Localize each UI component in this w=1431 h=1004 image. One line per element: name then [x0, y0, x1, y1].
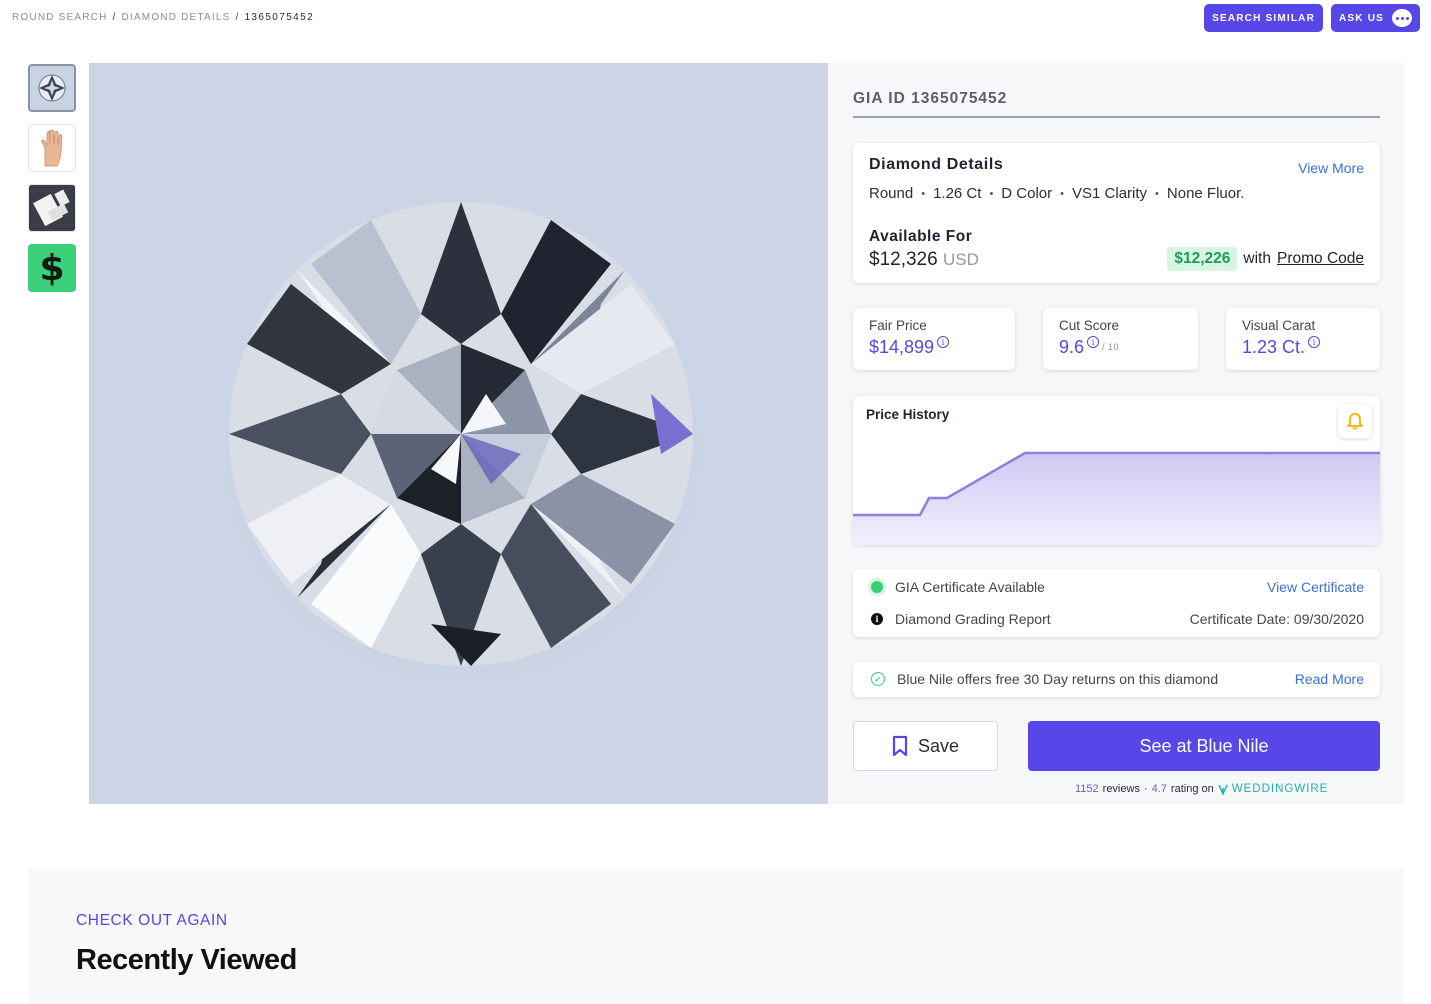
info-icon: i [871, 613, 883, 625]
price-history-title: Price History [866, 407, 950, 422]
breadcrumb-current: 1365075452 [244, 12, 315, 23]
diamond-icon [38, 74, 66, 102]
media-thumbnails: $ [28, 64, 76, 292]
promo-code-link[interactable]: Promo Code [1277, 250, 1364, 268]
price-history-card: Price History [853, 396, 1380, 545]
metric-value: 1.23 Ct. i [1242, 336, 1321, 358]
metric-value: $14,899 i [869, 336, 950, 358]
diamond-image [89, 63, 828, 804]
search-similar-button[interactable]: SEARCH SIMILAR [1204, 4, 1324, 32]
certificate-card: GIA Certificate Available View Certifica… [853, 569, 1380, 637]
reviews-dot: · [1143, 783, 1148, 795]
status-dot-icon [871, 581, 883, 593]
ask-us-button[interactable]: ASK US [1331, 4, 1420, 32]
thumbnail-diamond[interactable] [28, 64, 76, 112]
weddingwire-logo-icon [1218, 784, 1228, 795]
divider [853, 116, 1380, 118]
metric-cut-score: Cut Score 9.6 i / 10 [1043, 308, 1198, 370]
cut-score-scale: / 10 [1102, 342, 1120, 352]
spec-carat: 1.26 Ct [933, 185, 982, 202]
details-title: Diamond Details [869, 156, 1004, 173]
ask-us-label: ASK US [1339, 12, 1384, 24]
gia-certificate-available: GIA Certificate Available [895, 579, 1045, 595]
spec-fluorescence: None Fluor. [1166, 185, 1245, 202]
visual-carat-value: 1.23 Ct. [1242, 337, 1306, 357]
read-more-link[interactable]: Read More [1295, 671, 1364, 687]
recently-viewed-section: CHECK OUT AGAIN Recently Viewed [28, 868, 1404, 1004]
separator-dot: • [921, 187, 926, 200]
view-more-link[interactable]: View More [1298, 160, 1364, 176]
price-value: $12,326 [869, 249, 938, 270]
section-eyebrow: CHECK OUT AGAIN [76, 912, 228, 929]
see-at-blue-nile-button[interactable]: See at Blue Nile [1028, 721, 1380, 771]
cert-row: i Diamond Grading Report Certificate Dat… [871, 611, 1364, 627]
reviews-summary: 1152 reviews · 4.7 rating on WEDDINGWIRE [1075, 783, 1328, 795]
cert-row: GIA Certificate Available View Certifica… [871, 579, 1364, 595]
chat-icon [1392, 9, 1412, 27]
top-actions: SEARCH SIMILAR ASK US [1204, 4, 1420, 32]
certificate-icon [29, 185, 75, 231]
section-title: Recently Viewed [76, 944, 297, 976]
breadcrumb: ROUND SEARCH / DIAMOND DETAILS / 1365075… [12, 12, 314, 23]
promo-price-badge: $12,226 [1167, 247, 1238, 271]
separator-dot: • [1060, 187, 1065, 200]
bell-icon [1347, 413, 1363, 430]
price: $12,326 USD [869, 249, 979, 271]
buy-label: See at Blue Nile [1139, 735, 1269, 756]
metric-visual-carat: Visual Carat 1.23 Ct. i [1226, 308, 1380, 370]
spec-shape: Round [869, 185, 914, 202]
separator-dot: • [1155, 187, 1159, 200]
metric-fair-price: Fair Price $14,899 i [853, 308, 1015, 370]
price-alert-button[interactable] [1338, 404, 1372, 438]
thumbnail-price[interactable]: $ [28, 244, 76, 292]
returns-card: ✓ Blue Nile offers free 30 Day returns o… [853, 662, 1380, 697]
fair-price-value: $14,899 [869, 337, 935, 357]
metric-label: Fair Price [869, 318, 927, 333]
info-icon[interactable]: i [1308, 336, 1321, 348]
spec-clarity: VS1 Clarity [1072, 185, 1148, 202]
separator-dot: • [989, 187, 994, 200]
breadcrumb-separator: / [235, 12, 240, 23]
review-count: 1152 [1075, 783, 1099, 795]
save-button[interactable]: Save [853, 721, 998, 771]
diamond-info-panel: GIA ID 1365075452 Diamond Details View M… [829, 63, 1404, 804]
bookmark-icon [892, 735, 908, 757]
breadcrumb-separator: / [112, 12, 117, 23]
info-icon[interactable]: i [937, 336, 950, 348]
breadcrumb-round-search[interactable]: ROUND SEARCH [12, 12, 108, 23]
cut-score-value: 9.6 [1059, 337, 1085, 357]
promo-with: with [1243, 250, 1271, 267]
spec-row: Round • 1.26 Ct • D Color • VS1 Clarity … [869, 185, 1244, 202]
breadcrumb-diamond-details[interactable]: DIAMOND DETAILS [122, 12, 231, 23]
thumbnail-certificate[interactable] [28, 184, 76, 232]
thumbnail-hand[interactable] [28, 124, 76, 172]
returns-text: Blue Nile offers free 30 Day returns on … [897, 671, 1219, 687]
metric-value: 9.6 i / 10 [1059, 336, 1120, 358]
grading-report-label: Diamond Grading Report [895, 611, 1051, 627]
gia-id-title: GIA ID 1365075452 [853, 90, 1008, 107]
available-for-label: Available For [869, 228, 973, 245]
reviews-word: reviews [1102, 783, 1140, 795]
promo-price: $12,226 with Promo Code [1167, 247, 1364, 271]
spec-color: D Color [1001, 185, 1053, 202]
metric-label: Cut Score [1059, 318, 1120, 333]
rating-value: 4.7 [1151, 783, 1167, 795]
info-icon[interactable]: i [1087, 336, 1100, 348]
rating-on: rating on [1170, 783, 1214, 795]
hand-icon [41, 129, 63, 167]
search-similar-label: SEARCH SIMILAR [1212, 12, 1316, 24]
currency: USD [942, 250, 979, 269]
certificate-date: Certificate Date: 09/30/2020 [1189, 611, 1364, 627]
check-circle-icon: ✓ [871, 672, 885, 686]
view-certificate-link[interactable]: View Certificate [1267, 579, 1364, 595]
save-label: Save [917, 735, 960, 756]
metric-label: Visual Carat [1242, 318, 1316, 333]
diamond-details-card: Diamond Details View More Round • 1.26 C… [853, 143, 1380, 283]
dollar-icon: $ [39, 247, 65, 289]
weddingwire-logo[interactable]: WEDDINGWIRE [1232, 783, 1329, 795]
